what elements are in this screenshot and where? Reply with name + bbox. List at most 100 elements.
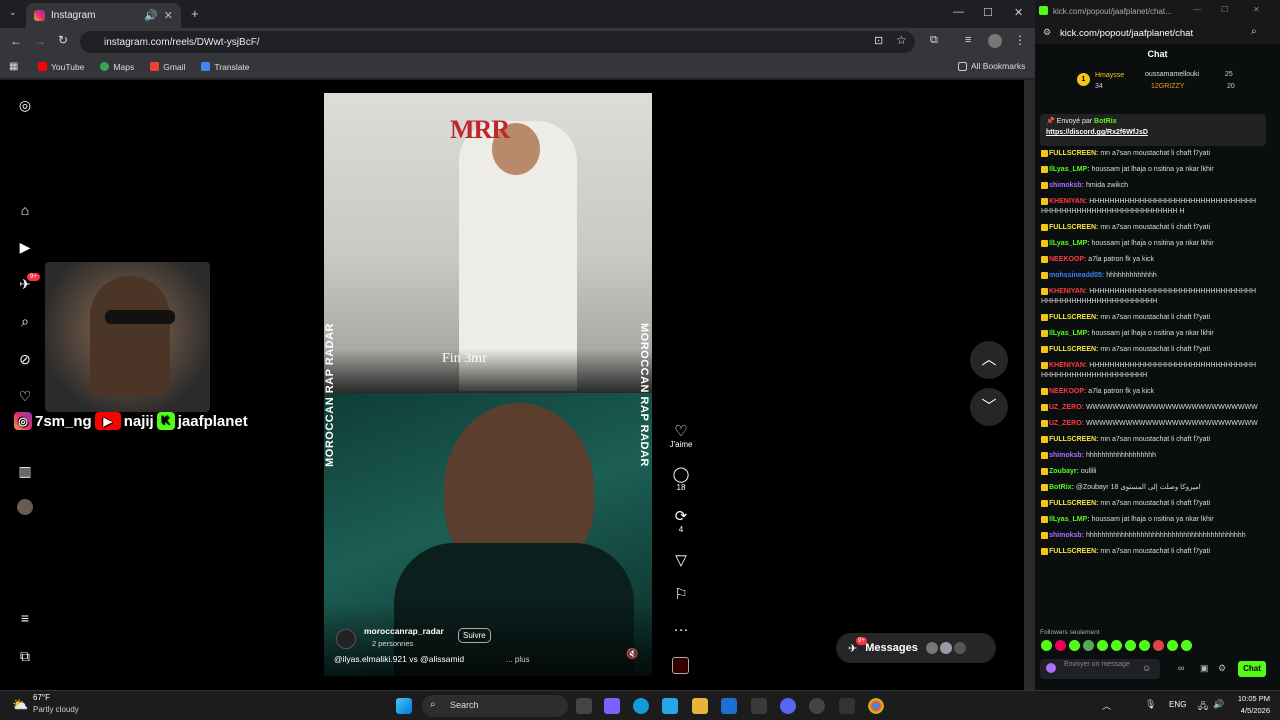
windows-start-icon[interactable] — [396, 698, 412, 714]
chat-username[interactable]: FULLSCREEN: — [1049, 224, 1098, 231]
clock-date[interactable]: 4/5/2026 — [1232, 706, 1270, 715]
repost-button[interactable]: ⟳ 4 — [668, 509, 694, 535]
chat-username[interactable]: NEEKOOP: — [1049, 256, 1086, 263]
chat-username[interactable]: mohssineadd05: — [1049, 272, 1104, 279]
mic-icon[interactable]: 🎙 — [1145, 699, 1156, 710]
copilot-icon[interactable] — [604, 698, 620, 714]
star-icon[interactable]: ☆ — [896, 33, 907, 47]
close-tab-icon[interactable]: ✕ — [164, 9, 173, 22]
chat-username[interactable]: NEEKOOP: — [1049, 388, 1086, 395]
speaker-icon[interactable]: 🔊 — [144, 9, 158, 22]
chat-username[interactable]: FULLSCREEN: — [1049, 548, 1098, 555]
more-link[interactable]: ... plus — [506, 655, 530, 664]
heart-icon[interactable]: ♡ — [17, 388, 33, 404]
reload-icon[interactable]: ↻ — [58, 33, 68, 47]
like-button[interactable]: ♡ J'aime — [668, 424, 694, 450]
mute-icon[interactable]: 🔇 — [626, 649, 638, 660]
search-icon[interactable]: ⌕ — [1251, 26, 1257, 37]
apps-icon[interactable]: ▦ — [9, 61, 18, 72]
chat-username[interactable]: KHENIYAN: — [1049, 362, 1087, 369]
chat-username[interactable]: FULLSCREEN: — [1049, 150, 1098, 157]
edge-icon[interactable] — [633, 698, 649, 714]
bookmark-youtube[interactable]: YouTube — [38, 62, 84, 72]
more-menu-icon[interactable]: ≡ — [17, 610, 33, 626]
account-avatar[interactable] — [336, 629, 356, 649]
clock-time[interactable]: 10:05 PM — [1232, 694, 1270, 703]
profile-avatar-icon[interactable] — [17, 499, 33, 515]
chat-username[interactable]: IlLyas_LMP: — [1049, 240, 1090, 247]
forward-icon[interactable]: → — [34, 34, 46, 48]
language-indicator[interactable]: ENG — [1169, 700, 1186, 709]
share-button[interactable]: ▽ — [668, 553, 694, 569]
tray-chevron-icon[interactable]: ︿ — [1102, 699, 1111, 712]
chat-username[interactable]: IlLyas_LMP: — [1049, 516, 1090, 523]
send-chat-button[interactable]: Chat — [1238, 661, 1266, 677]
audio-thumbnail[interactable] — [672, 657, 689, 674]
search-icon[interactable]: ⌕ — [17, 313, 33, 329]
maximize-icon[interactable]: ☐ — [983, 6, 993, 19]
chat-username[interactable]: FULLSCREEN: — [1049, 436, 1098, 443]
chat-username[interactable]: shimoksb: — [1049, 532, 1084, 539]
settings-icon[interactable]: ⚙ — [1218, 663, 1226, 674]
chat-username[interactable]: IlLyas_LMP: — [1049, 166, 1090, 173]
chat-username[interactable]: FULLSCREEN: — [1049, 314, 1098, 321]
emote-icon[interactable] — [1055, 640, 1066, 651]
media-icon[interactable]: ≡ — [965, 34, 971, 46]
chat-username[interactable]: shimoksb: — [1049, 182, 1084, 189]
page-scrollbar[interactable] — [1024, 80, 1035, 690]
discord-icon[interactable] — [780, 698, 796, 714]
url-field[interactable]: instagram.com/reels/DWwt-ysjBcF/ — [80, 31, 915, 53]
chat-username[interactable]: shimoksb: — [1049, 452, 1084, 459]
options-button[interactable]: ··· — [668, 622, 694, 638]
home-icon[interactable]: ⌂ — [17, 202, 33, 218]
apps-grid-icon[interactable]: ⧉ — [17, 648, 33, 664]
account-name[interactable]: moroccanrap_radar — [364, 626, 444, 636]
emote-icon[interactable] — [1153, 640, 1164, 651]
store-icon[interactable] — [721, 698, 737, 714]
close-icon[interactable]: ✕ — [1253, 5, 1260, 14]
emote-icon[interactable] — [1083, 640, 1094, 651]
chat-username[interactable]: KHENIYAN: — [1049, 198, 1087, 205]
extensions-icon[interactable]: ⧉ — [930, 34, 938, 47]
emote-icon[interactable] — [1167, 640, 1178, 651]
bookmark-maps[interactable]: Maps — [100, 62, 134, 72]
install-icon[interactable]: ⊡ — [874, 34, 883, 47]
chat-username[interactable]: IlLyas_LMP: — [1049, 330, 1090, 337]
back-icon[interactable]: ← — [10, 34, 22, 48]
emote-icon[interactable] — [1069, 640, 1080, 651]
weather-temp[interactable]: 67°F — [33, 693, 50, 702]
pinned-message[interactable]: 📌 Envoyé par BotRix https://discord.gg/R… — [1040, 114, 1266, 146]
menu-icon[interactable]: ⋮ — [1014, 33, 1026, 47]
explore-icon[interactable]: ⊘ — [17, 351, 33, 367]
minimize-icon[interactable]: — — [1193, 5, 1201, 14]
gift-icon[interactable]: ▣ — [1200, 663, 1209, 674]
previous-reel-button[interactable]: ︿ — [970, 341, 1008, 379]
emote-icon[interactable] — [1125, 640, 1136, 651]
chat-username[interactable]: Zoubayr: — [1049, 468, 1079, 475]
next-reel-button[interactable]: ﹀ — [970, 388, 1008, 426]
comment-button[interactable]: ◯ 18 — [668, 467, 694, 493]
chat-username[interactable]: FULLSCREEN: — [1049, 346, 1098, 353]
telegram-icon[interactable] — [662, 698, 678, 714]
bookmark-translate[interactable]: Translate — [201, 62, 250, 72]
instagram-logo-icon[interactable]: ◎ — [17, 97, 33, 113]
maximize-icon[interactable]: ☐ — [1221, 5, 1228, 14]
new-tab-button[interactable]: + — [191, 6, 199, 21]
tab-search-icon[interactable]: ⌄ — [9, 7, 17, 18]
chat-username[interactable]: UZ_ZERO: — [1049, 420, 1084, 427]
nvidia-icon[interactable] — [751, 698, 767, 714]
volume-icon[interactable]: 🔊 — [1213, 699, 1224, 710]
file-explorer-icon[interactable] — [692, 698, 708, 714]
pinned-link[interactable]: https://discord.gg/Rx2f6WfJsD — [1046, 129, 1260, 136]
site-info-icon[interactable]: ⚙ — [1043, 27, 1051, 38]
network-icon[interactable]: 🖧 — [1198, 699, 1208, 715]
dashboard-icon[interactable]: ▥ — [17, 463, 33, 479]
chat-username[interactable]: FULLSCREEN: — [1049, 500, 1098, 507]
reel-video[interactable]: MRR Fin 3mr MOROCCAN RAP RADAR MOROCCAN … — [324, 93, 652, 676]
emote-icon[interactable] — [1139, 640, 1150, 651]
emote-icon[interactable] — [1097, 640, 1108, 651]
reels-icon[interactable]: ▶ — [17, 239, 33, 255]
bookmark-gmail[interactable]: Gmail — [150, 62, 185, 72]
follow-button[interactable]: Suivre — [458, 628, 491, 643]
chrome-icon[interactable] — [868, 698, 884, 714]
